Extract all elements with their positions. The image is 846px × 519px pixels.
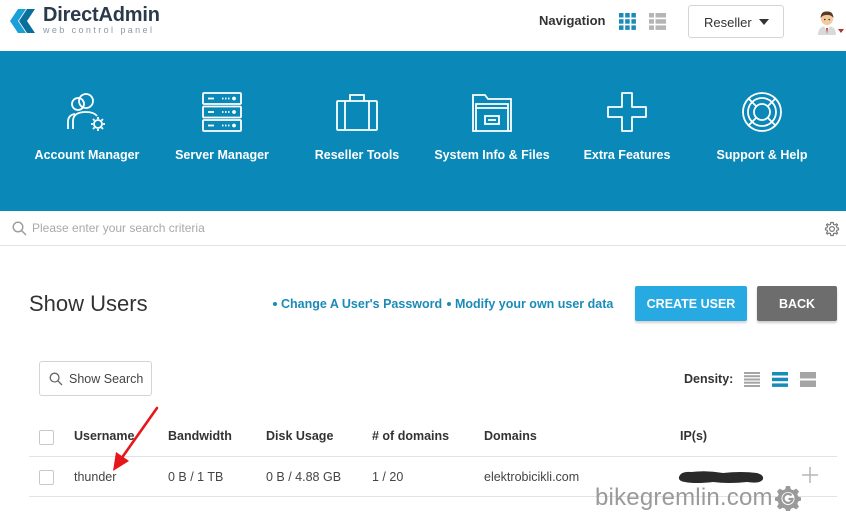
- menu-server-manager[interactable]: Server Manager: [162, 91, 282, 165]
- folder-icon: [472, 94, 512, 132]
- logo[interactable]: DirectAdmin web control panel: [8, 5, 160, 36]
- role-selector-value: Reseller: [704, 15, 752, 30]
- column-header-domain-count[interactable]: # of domains: [372, 429, 449, 443]
- lifebuoy-icon: [742, 92, 782, 132]
- menu-label: Server Manager: [175, 148, 269, 162]
- user-avatar[interactable]: [815, 9, 839, 35]
- briefcase-icon: [336, 94, 378, 131]
- avatar-caret-icon: [838, 29, 844, 33]
- bullet-icon: [273, 301, 277, 306]
- row-checkbox[interactable]: [39, 470, 54, 485]
- density-comfortable-icon[interactable]: [800, 372, 816, 387]
- search-icon: [49, 372, 63, 386]
- menu-label: Account Manager: [34, 148, 140, 162]
- modify-user-data-link[interactable]: Modify your own user data: [447, 297, 613, 311]
- cell-bandwidth: 0 B / 1 TB: [168, 470, 224, 484]
- column-header-ips[interactable]: IP(s): [680, 429, 707, 443]
- cell-disk-usage: 0 B / 4.88 GB: [266, 470, 342, 484]
- menu-support-help[interactable]: Support & Help: [702, 91, 822, 165]
- menu-label: Support & Help: [716, 148, 808, 162]
- server-icon: [202, 92, 242, 132]
- navigation-label: Navigation: [539, 13, 606, 28]
- gear-icon: [774, 486, 801, 511]
- list-view-icon[interactable]: [649, 13, 666, 30]
- menu-system-info-files[interactable]: System Info & Files: [432, 91, 552, 165]
- menu-label: Extra Features: [583, 148, 671, 162]
- cell-domain-count: 1 / 20: [372, 470, 404, 484]
- top-bar: DirectAdmin web control panel Navigation…: [0, 0, 846, 51]
- logo-title: DirectAdmin: [43, 4, 160, 26]
- change-password-link[interactable]: Change A User's Password: [273, 297, 442, 311]
- menu-label: Reseller Tools: [314, 148, 400, 162]
- search-icon: [12, 221, 27, 236]
- menu-reseller-tools[interactable]: Reseller Tools: [297, 91, 417, 165]
- show-search-label: Show Search: [69, 372, 144, 386]
- page-title: Show Users: [29, 291, 148, 316]
- logo-subtitle: web control panel: [43, 25, 155, 35]
- directadmin-logo-icon: [10, 8, 35, 33]
- menu-account-manager[interactable]: Account Manager: [27, 91, 147, 165]
- show-search-button[interactable]: Show Search: [39, 361, 152, 396]
- caret-down-icon: [759, 19, 769, 25]
- users-gear-icon: [67, 93, 105, 131]
- global-search-bar: [0, 211, 846, 246]
- bullet-icon: [447, 301, 451, 306]
- density-normal-icon[interactable]: [772, 372, 788, 387]
- column-header-disk-usage[interactable]: Disk Usage: [266, 429, 333, 443]
- watermark: bikegremlin.com: [595, 484, 801, 512]
- role-selector[interactable]: Reseller: [688, 5, 784, 38]
- link-label: Modify your own user data: [455, 297, 614, 311]
- main-navigation-banner: Account Manager Server Manager Reseller …: [0, 51, 846, 211]
- link-label: Change A User's Password: [281, 297, 443, 311]
- search-input[interactable]: [32, 217, 792, 239]
- menu-extra-features[interactable]: Extra Features: [567, 91, 687, 165]
- plus-icon: [607, 92, 647, 132]
- column-header-domains[interactable]: Domains: [484, 429, 537, 443]
- menu-label: System Info & Files: [434, 148, 550, 162]
- density-compact-icon[interactable]: [744, 372, 760, 387]
- create-user-button[interactable]: CREATE USER: [635, 286, 747, 321]
- grid-view-icon[interactable]: [619, 13, 636, 30]
- cell-domains[interactable]: elektrobicikli.com: [484, 470, 579, 484]
- gear-icon[interactable]: [824, 221, 840, 237]
- back-button[interactable]: BACK: [757, 286, 837, 321]
- expand-row-icon[interactable]: [801, 466, 819, 484]
- density-label: Density:: [684, 372, 734, 386]
- column-header-bandwidth[interactable]: Bandwidth: [168, 429, 232, 443]
- watermark-text: bikegremlin.com: [595, 484, 773, 511]
- annotation-arrow-icon: [113, 406, 159, 471]
- select-all-checkbox[interactable]: [39, 430, 54, 445]
